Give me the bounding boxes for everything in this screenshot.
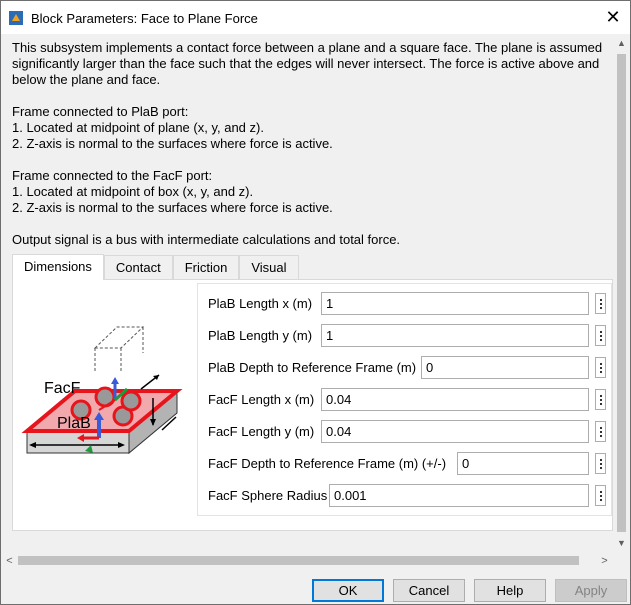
- close-icon: ✕: [605, 7, 621, 27]
- more-options-icon[interactable]: [595, 453, 606, 474]
- param-label: FacF Length x (m): [208, 392, 315, 407]
- plab-length-x-input[interactable]: [321, 292, 589, 315]
- scroll-down-icon[interactable]: ▼: [613, 534, 630, 551]
- vertical-scrollbar[interactable]: ▲ ▼: [613, 34, 630, 551]
- ok-button[interactable]: OK: [312, 579, 384, 602]
- description-para: This subsystem implements a contact forc…: [12, 40, 603, 87]
- plab-frame-info: Frame connected to PlaB port: 1. Located…: [12, 104, 612, 152]
- face-plane-diagram: FacF PlaB: [21, 326, 183, 455]
- plab-length-y-input[interactable]: [321, 324, 589, 347]
- tab-dimensions[interactable]: Dimensions: [12, 254, 104, 280]
- plab-line-2: 2. Z-axis is normal to the surfaces wher…: [12, 136, 333, 151]
- tab-bar: Dimensions Contact Friction Visual: [12, 254, 299, 280]
- horizontal-scroll-thumb[interactable]: [18, 556, 579, 565]
- param-label: PlaB Length x (m): [208, 296, 313, 311]
- param-label: FacF Sphere Radius: [208, 488, 328, 503]
- vertical-scroll-thumb[interactable]: [617, 54, 626, 532]
- facf-line-2: 2. Z-axis is normal to the surfaces wher…: [12, 200, 333, 215]
- facf-frame-info: Frame connected to the FacF port: 1. Loc…: [12, 168, 612, 216]
- facf-line-1: 1. Located at midpoint of box (x, y, and…: [12, 184, 254, 199]
- plate-front-face: [26, 430, 130, 454]
- output-info: Output signal is a bus with intermediate…: [12, 232, 401, 247]
- more-options-icon[interactable]: [595, 421, 606, 442]
- parameters-group: PlaB Length x (m) PlaB Length y (m) PlaB…: [197, 283, 612, 516]
- param-row-plab-length-x: PlaB Length x (m): [198, 292, 613, 316]
- param-label: PlaB Length y (m): [208, 328, 313, 343]
- help-button[interactable]: Help: [474, 579, 546, 602]
- param-row-facf-sphere-radius: FacF Sphere Radius: [198, 484, 613, 508]
- facf-dashed-box-top: [93, 326, 145, 349]
- horizontal-scrollbar[interactable]: < >: [1, 552, 613, 569]
- scroll-left-icon[interactable]: <: [1, 552, 18, 569]
- param-label: FacF Length y (m): [208, 424, 315, 439]
- tab-contact[interactable]: Contact: [103, 255, 173, 279]
- contact-sphere-4: [120, 390, 142, 412]
- plab-depth-input[interactable]: [421, 356, 589, 379]
- dimensions-panel: FacF PlaB PlaB Length x (m) PlaB Length …: [12, 279, 613, 531]
- simulink-app-icon: [9, 11, 23, 25]
- more-options-icon[interactable]: [595, 485, 606, 506]
- scroll-right-icon[interactable]: >: [596, 552, 613, 569]
- plab-heading: Frame connected to PlaB port:: [12, 104, 189, 119]
- param-row-plab-length-y: PlaB Length y (m): [198, 324, 613, 348]
- title-bar: Block Parameters: Face to Plane Force ✕: [1, 1, 630, 34]
- param-row-plab-depth: PlaB Depth to Reference Frame (m): [198, 356, 613, 380]
- apply-button[interactable]: Apply: [555, 579, 627, 602]
- more-options-icon[interactable]: [595, 389, 606, 410]
- facf-length-y-input[interactable]: [321, 420, 589, 443]
- facf-heading: Frame connected to the FacF port:: [12, 168, 213, 183]
- param-row-facf-depth: FacF Depth to Reference Frame (m) (+/-): [198, 452, 613, 476]
- window-title: Block Parameters: Face to Plane Force: [31, 11, 258, 26]
- block-description: This subsystem implements a contact forc…: [12, 40, 612, 248]
- more-options-icon[interactable]: [595, 357, 606, 378]
- plab-line-1: 1. Located at midpoint of plane (x, y, a…: [12, 120, 264, 135]
- more-options-icon[interactable]: [595, 325, 606, 346]
- button-bar: OK Cancel Help Apply: [1, 569, 630, 604]
- param-row-facf-length-x: FacF Length x (m): [198, 388, 613, 412]
- facf-z-arrowhead: [111, 377, 119, 384]
- facf-sphere-radius-input[interactable]: [329, 484, 589, 507]
- tab-visual[interactable]: Visual: [239, 255, 299, 279]
- param-row-facf-length-y: FacF Length y (m): [198, 420, 613, 444]
- more-options-icon[interactable]: [595, 293, 606, 314]
- scroll-up-icon[interactable]: ▲: [613, 34, 630, 51]
- diagram-label-facf: FacF: [44, 380, 81, 397]
- close-button[interactable]: ✕: [596, 1, 630, 34]
- facf-length-x-input[interactable]: [321, 388, 589, 411]
- cancel-button[interactable]: Cancel: [393, 579, 465, 602]
- dialog-window: Block Parameters: Face to Plane Force ✕ …: [0, 0, 631, 605]
- facf-depth-input[interactable]: [457, 452, 589, 475]
- diagram-label-plab: PlaB: [57, 415, 91, 432]
- param-label: FacF Depth to Reference Frame (m) (+/-): [208, 456, 447, 471]
- tab-friction[interactable]: Friction: [172, 255, 240, 279]
- dialog-content: This subsystem implements a contact forc…: [1, 34, 613, 551]
- param-label: PlaB Depth to Reference Frame (m): [208, 360, 417, 375]
